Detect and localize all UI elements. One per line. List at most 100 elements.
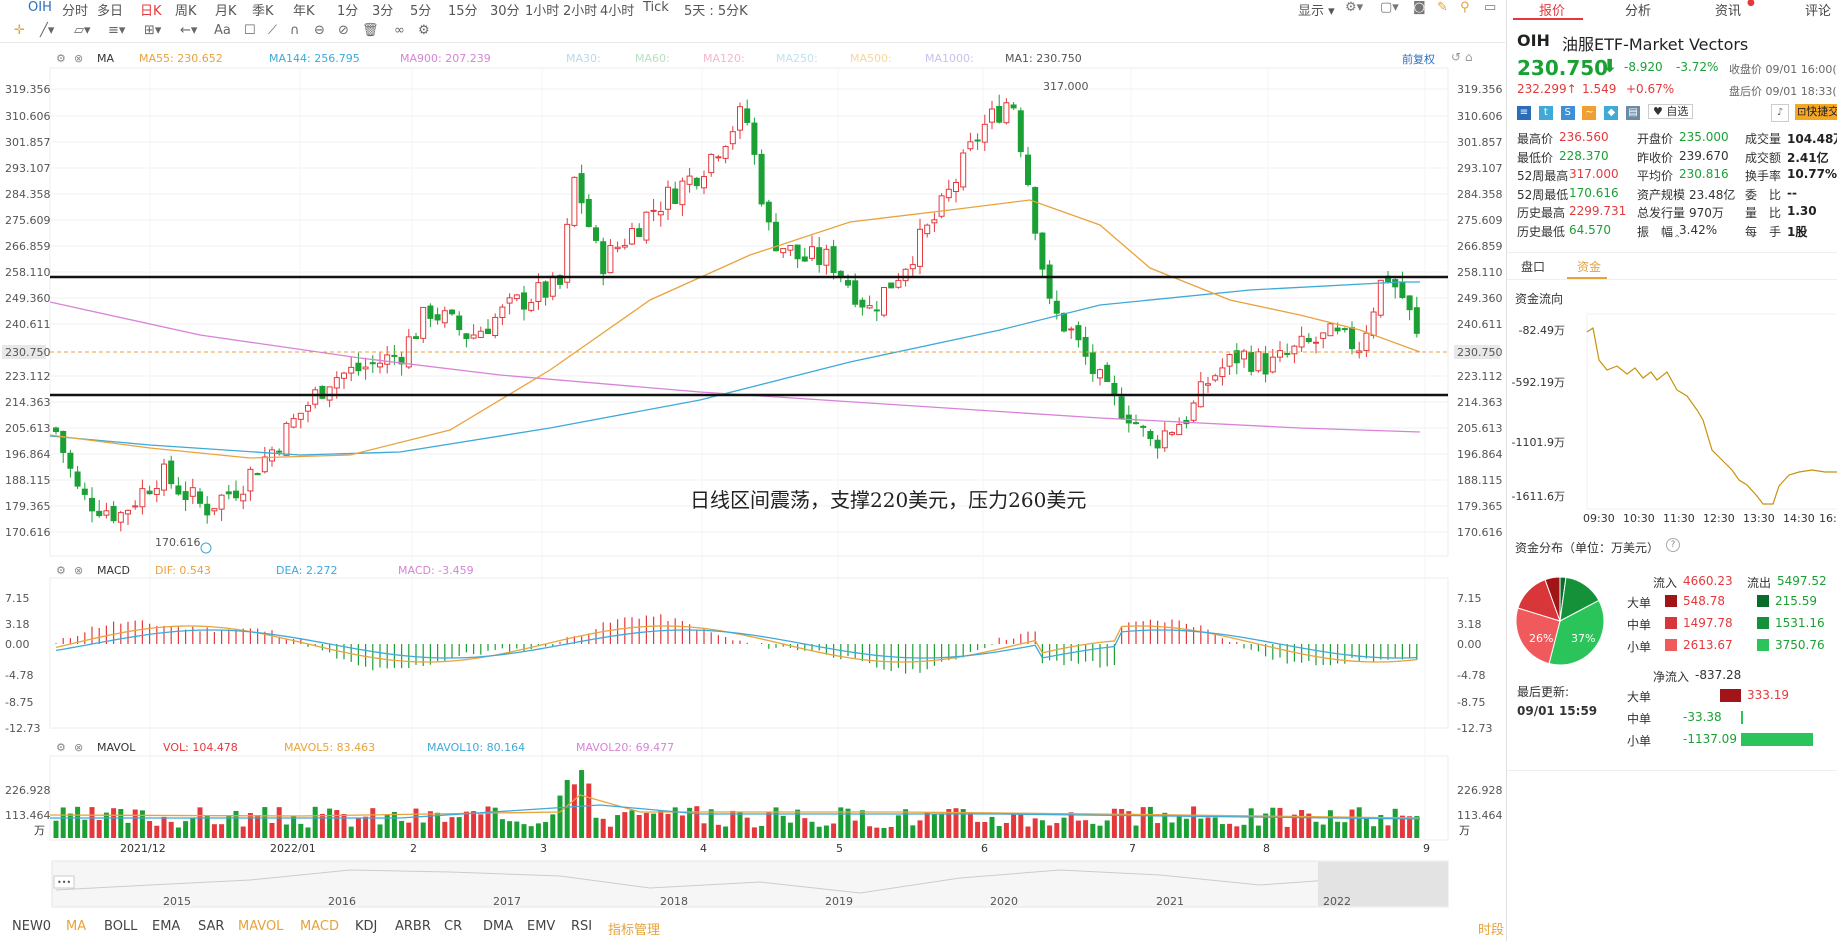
candle-body-156 — [1176, 423, 1183, 436]
candle-body-184 — [1377, 279, 1384, 316]
vol-bar-75 — [593, 817, 599, 838]
net-bar-1 — [1741, 711, 1744, 724]
candle-body-57 — [463, 333, 470, 340]
indicator-7[interactable]: KDJ — [355, 919, 377, 934]
indicator-2[interactable]: BOLL — [104, 919, 137, 934]
vol-close-icon[interactable]: ⊗ — [74, 741, 83, 754]
vol-bar-151 — [1140, 807, 1146, 838]
vol-bar-31 — [276, 807, 282, 838]
tab-analysis[interactable]: 分析 — [1625, 0, 1651, 19]
candle-body-69 — [549, 275, 556, 297]
candle-body-176 — [1320, 332, 1327, 339]
candle-body-13 — [146, 490, 153, 495]
indicator-10[interactable]: DMA — [483, 919, 513, 934]
overview-year-0: 2015 — [163, 895, 191, 908]
quick-trade-button[interactable]: ⊡快捷交 — [1795, 104, 1837, 120]
candle-body-64 — [513, 294, 520, 300]
bell-icon[interactable]: ♪ — [1771, 104, 1789, 122]
vol-bar-74 — [586, 783, 592, 838]
candle-body-67 — [535, 282, 542, 303]
indicator-0[interactable]: NEW0 — [12, 919, 51, 934]
price-tick-left-17: 170.616 — [5, 526, 51, 539]
candle-body-85 — [665, 186, 671, 210]
dist-label-2: 小单 — [1627, 640, 1652, 654]
candle-body-98 — [758, 153, 765, 205]
stat-value-5-1: 3.42% — [1679, 222, 1718, 237]
indicator-3[interactable]: EMA — [152, 919, 180, 934]
price-tick-left-12: 214.363 — [5, 396, 51, 409]
help-icon[interactable]: ? — [1666, 538, 1680, 552]
watchlist-button[interactable]: ♥ 自选 — [1647, 104, 1694, 119]
indicator-9[interactable]: CR — [444, 919, 462, 934]
vol-bar-62 — [499, 819, 505, 838]
indicator-5[interactable]: MAVOL — [238, 919, 283, 934]
doc-icon[interactable]: ▤ — [1626, 106, 1641, 120]
tab-orderbook[interactable]: 盘口 — [1521, 258, 1545, 275]
tab-news[interactable]: 资讯 — [1715, 0, 1741, 19]
twitter-icon[interactable]: t — [1538, 106, 1553, 120]
chart-canvas[interactable]: 319.356 319.356 310.606 310.606 301.857 301.8… — [0, 0, 1505, 941]
vol-settings-icon[interactable]: ⚙ — [56, 741, 66, 754]
price-tick-right-12: 214.363 — [1457, 396, 1503, 409]
indicator-6[interactable]: MACD — [300, 919, 339, 934]
indicator-11[interactable]: EMV — [527, 919, 555, 934]
vol-bar-123 — [939, 813, 945, 838]
s-icon[interactable]: S — [1560, 106, 1575, 120]
candle-body-121 — [924, 224, 931, 235]
macd-label[interactable]: MACD — [97, 564, 130, 577]
tab-capital[interactable]: 资金 — [1577, 258, 1601, 275]
session-button[interactable]: 时段 — [1478, 919, 1504, 938]
vol-bar-24 — [226, 815, 232, 838]
price-tick-right-0: 319.356 — [1457, 83, 1503, 96]
tab-quote[interactable]: 报价 — [1539, 0, 1565, 19]
candle-body-187 — [1399, 282, 1406, 298]
vol-bar-113 — [867, 826, 873, 838]
indicator-1[interactable]: MA — [66, 919, 86, 934]
flag-icon[interactable]: ≡ — [1517, 106, 1531, 120]
candle-body-0 — [53, 427, 59, 433]
vol-bar-6 — [96, 820, 102, 838]
outflow-total: 5497.52 — [1777, 574, 1827, 588]
dist-label-1: 中单 — [1627, 618, 1652, 632]
vol-bar-82 — [643, 812, 649, 838]
indicator-4[interactable]: SAR — [198, 919, 224, 934]
vol-bar-171 — [1284, 826, 1290, 838]
vol-bar-77 — [607, 826, 613, 838]
candle-body-126 — [960, 152, 967, 188]
candle-body-154 — [1161, 430, 1168, 449]
vol-bar-158 — [1191, 806, 1197, 838]
stat-label-1-0: 最低价 — [1517, 150, 1554, 165]
indicator-12[interactable]: RSI — [571, 919, 592, 934]
vol-bar-185 — [1385, 825, 1391, 838]
candle-body-136 — [1032, 187, 1039, 234]
vol-bar-129 — [982, 821, 988, 838]
chat-icon[interactable]: ◆ — [1604, 106, 1619, 120]
candle-body-188 — [1406, 295, 1413, 311]
vol-bar-25 — [233, 810, 239, 838]
stat-label-2-0: 52周最高 — [1517, 169, 1569, 183]
indicator-8[interactable]: ARBR — [395, 919, 431, 934]
macd-settings-icon[interactable]: ⚙ — [56, 564, 66, 577]
candle-body-8 — [110, 505, 117, 522]
vol-bar-155 — [1169, 822, 1175, 838]
candle-body-50 — [413, 336, 419, 339]
macd-close-icon[interactable]: ⊗ — [74, 564, 83, 577]
rss-icon[interactable]: ~ — [1582, 106, 1597, 120]
candle-body-38 — [326, 386, 333, 401]
vol-bar-2 — [67, 813, 73, 838]
dif-line — [55, 625, 1417, 663]
net-value-1: -33.38 — [1683, 710, 1722, 724]
net-label-0: 大单 — [1627, 690, 1652, 704]
indicator-13[interactable]: 指标管理 — [608, 919, 660, 938]
macd-tick-left-5: -12.73 — [5, 722, 40, 735]
candle-body-161 — [1212, 375, 1219, 381]
vol-bar-26 — [240, 826, 246, 838]
candle-body-19 — [189, 487, 196, 497]
candle-body-12 — [139, 488, 146, 508]
share-icons: ≡ t S ~ ◆ ▤ ♥ 自选 — [1517, 104, 1694, 120]
vol-label[interactable]: MAVOL — [97, 741, 135, 754]
candle-body-62 — [499, 306, 506, 319]
macd-tick-left-0: 7.15 — [5, 592, 30, 605]
tab-comments[interactable]: 评论 — [1805, 0, 1831, 19]
collapse-icon[interactable]: ⌃ — [1673, 234, 1681, 245]
